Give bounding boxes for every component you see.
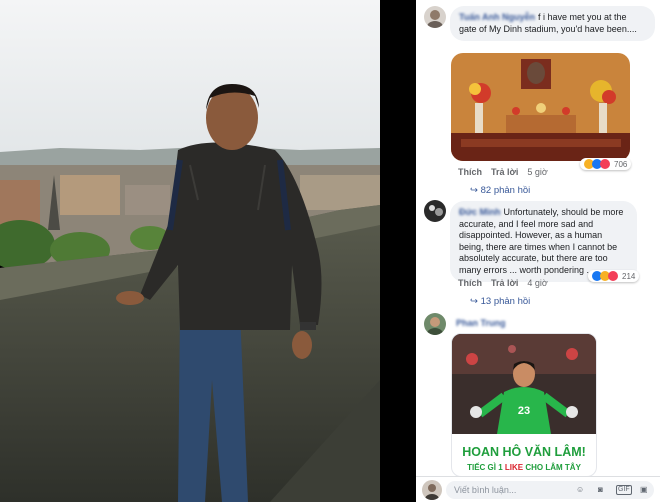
view-replies-link[interactable]: ↪ 82 phản hồi (470, 185, 530, 196)
goalkeeper-photo: 23 (452, 334, 596, 434)
avatar-icon[interactable] (424, 6, 446, 28)
post-photo[interactable] (0, 0, 380, 502)
reply-arrow-icon: ↪ (470, 296, 481, 307)
view-replies-link[interactable]: ↪ 13 phản hồi (470, 296, 530, 307)
comment-time[interactable]: 4 giờ (527, 278, 547, 288)
reaction-summary[interactable]: 214 (588, 270, 640, 282)
avatar-icon[interactable] (424, 313, 446, 335)
jersey-number: 23 (518, 405, 530, 417)
comment-author[interactable]: Phan Trung (456, 318, 506, 328)
photo-gutter (380, 0, 416, 502)
comment-time[interactable]: 5 giờ (527, 167, 547, 177)
meme-subline: TIẾC GÌ 1 LIKE CHO LÂM TÂY (467, 463, 581, 472)
like-link[interactable]: Thích (458, 167, 482, 177)
avatar-icon[interactable] (424, 200, 446, 222)
reaction-summary[interactable]: 706 (580, 158, 632, 170)
comments-panel: Tuấn Anh Nguyễn f i have met you at the g… (416, 0, 660, 502)
comment-bubble: Tuấn Anh Nguyễn f i have met you at the g… (450, 6, 655, 41)
comment-actions: Thích Trả lời 4 giờ (458, 278, 557, 288)
avatar-icon[interactable] (422, 480, 442, 500)
comment-image-altar[interactable] (451, 53, 630, 161)
comment-author[interactable]: Tuấn Anh Nguyễn (459, 12, 535, 22)
comment-actions: Thích Trả lời 5 giờ (458, 167, 557, 177)
replies-count: 13 phản hồi (480, 296, 531, 307)
altar-photo (451, 53, 630, 161)
reaction-count: 706 (614, 159, 628, 169)
comment-author[interactable]: Đức Minh (459, 207, 501, 217)
comment-composer: Viết bình luận... ☺ ◙ GIF ▣ (416, 476, 660, 502)
like-link[interactable]: Thích (458, 278, 482, 288)
comment-text: Unfortunately, should be more accurate, … (459, 207, 624, 275)
camera-icon[interactable]: ◙ (598, 485, 603, 494)
reply-link[interactable]: Trả lời (491, 167, 518, 177)
sticker-icon[interactable]: ▣ (640, 485, 648, 494)
reply-arrow-icon: ↪ (470, 185, 481, 196)
meme-headline: HOAN HÔ VĂN LÂM! (462, 445, 586, 459)
love-reaction-icon (600, 159, 610, 169)
man-on-castle-wall-photo (0, 0, 380, 502)
reaction-count: 214 (622, 271, 636, 281)
replies-count: 82 phản hồi (480, 185, 531, 196)
emoji-icon[interactable]: ☺ (576, 485, 584, 494)
love-reaction-icon (608, 271, 618, 281)
gif-icon[interactable]: GIF (616, 485, 632, 495)
reply-link[interactable]: Trả lời (491, 278, 518, 288)
comment-image-meme[interactable]: 23 HOAN HÔ VĂN LÂM! TIẾC GÌ 1 LIKE CHO L… (451, 333, 597, 477)
